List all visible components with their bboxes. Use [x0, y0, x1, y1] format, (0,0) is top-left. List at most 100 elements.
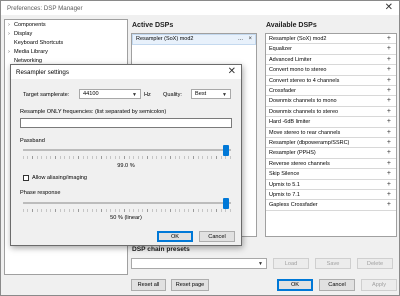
available-dsp-label: Equalizer	[269, 46, 292, 53]
available-dsp-item[interactable]: Downmix channels to stereo +	[266, 107, 396, 118]
available-dsp-item[interactable]: Equalizer +	[266, 44, 396, 55]
add-icon[interactable]: +	[387, 107, 391, 117]
reset-all-button[interactable]: Reset all	[131, 279, 166, 291]
add-icon[interactable]: +	[387, 96, 391, 106]
load-preset-button[interactable]: Load	[273, 258, 309, 269]
tree-item-keyboard-shortcuts[interactable]: Keyboard Shortcuts	[8, 40, 63, 46]
dialog-title-bar: Resampler settings ✕	[11, 65, 241, 79]
phase-response-label: Phase response	[20, 190, 61, 196]
add-icon[interactable]: +	[387, 44, 391, 54]
add-icon[interactable]: +	[387, 55, 391, 65]
aliasing-checkbox[interactable]	[23, 175, 29, 181]
available-dsp-item[interactable]: Reverse stereo channels +	[266, 159, 396, 170]
aliasing-label: Allow aliasing/imaging	[32, 175, 88, 181]
chevron-down-icon: ▼	[222, 92, 227, 98]
available-dsp-item[interactable]: Gapless Crossfader +	[266, 200, 396, 211]
tree-item-display[interactable]: › Display	[8, 31, 32, 37]
delete-preset-button[interactable]: Delete	[357, 258, 393, 269]
samplerate-combo[interactable]: 44100 ▼	[79, 89, 141, 99]
tree-item-media-library[interactable]: › Media Library	[8, 49, 48, 55]
samplerate-value: 44100	[83, 91, 99, 97]
add-icon[interactable]: +	[387, 190, 391, 200]
available-dsp-item[interactable]: Upmix to 5.1 +	[266, 180, 396, 190]
available-dsp-item[interactable]: Convert mono to stereo +	[266, 65, 396, 76]
available-dsp-label: Upmix to 5.1	[269, 181, 300, 188]
passband-slider-thumb[interactable]	[222, 145, 229, 156]
configure-button[interactable]: ...	[238, 35, 243, 44]
available-dsp-label: Resampler (dbpoweramp/SSRC)	[269, 140, 350, 146]
available-dsp-item[interactable]: Advanced Limiter +	[266, 55, 396, 66]
available-dsp-label: Reverse stereo channels	[269, 160, 330, 167]
available-dsp-label: Move stereo to rear channels	[269, 129, 341, 136]
add-icon[interactable]: +	[387, 76, 391, 86]
phase-ticks	[23, 209, 231, 212]
tree-item-components[interactable]: › Components	[8, 22, 46, 28]
add-icon[interactable]: +	[387, 86, 391, 96]
add-icon[interactable]: +	[387, 159, 391, 169]
dialog-close-icon[interactable]: ✕	[228, 65, 236, 78]
tree-item-label: Display	[14, 31, 33, 37]
save-preset-button[interactable]: Save	[315, 258, 351, 269]
add-icon[interactable]: +	[387, 65, 391, 75]
cancel-button[interactable]: Cancel	[319, 279, 355, 291]
add-icon[interactable]: +	[387, 169, 391, 179]
dialog-cancel-button[interactable]: Cancel	[199, 231, 235, 242]
available-dsp-label: Crossfader	[269, 88, 296, 94]
quality-label: Quality:	[163, 92, 182, 98]
active-dsp-item[interactable]: Resampler (SoX) mod2 ... ×	[132, 34, 256, 45]
add-icon[interactable]: +	[387, 148, 391, 158]
add-icon[interactable]: +	[387, 138, 391, 148]
available-dsp-item[interactable]: Resampler (SoX) mod2 +	[266, 34, 396, 45]
tree-item-label: Keyboard Shortcuts	[14, 40, 64, 46]
available-dsp-item[interactable]: Resampler (dbpoweramp/SSRC) +	[266, 138, 396, 149]
active-dsps-heading: Active DSPs	[132, 22, 174, 29]
available-dsp-label: Advanced Limiter	[269, 56, 312, 63]
phase-slider-thumb[interactable]	[222, 198, 229, 209]
add-icon[interactable]: +	[387, 34, 391, 44]
available-dsp-item[interactable]: Crossfader +	[266, 86, 396, 97]
available-dsp-label: Resampler (SoX) mod2	[269, 36, 327, 42]
add-icon[interactable]: +	[387, 128, 391, 138]
phase-slider-track[interactable]	[23, 202, 231, 204]
available-dsp-item[interactable]: Convert stereo to 4 channels +	[266, 76, 396, 86]
remove-icon[interactable]: ×	[248, 35, 252, 44]
available-dsps-list: Resampler (SoX) mod2 + Equalizer + Advanced …	[265, 33, 397, 237]
close-icon[interactable]: ✕	[385, 2, 393, 14]
available-dsp-label: Hard -6dB limiter	[269, 119, 311, 126]
apply-button[interactable]: Apply	[361, 279, 397, 291]
dsp-chain-presets-heading: DSP chain presets	[132, 246, 190, 253]
reset-page-button[interactable]: Reset page	[171, 279, 209, 291]
available-dsps-heading: Available DSPs	[266, 22, 317, 29]
available-dsp-label: Upmix to 7.1	[269, 192, 300, 198]
samplerate-label: Target samplerate:	[23, 92, 70, 98]
passband-label: Passband	[20, 138, 45, 144]
preset-select[interactable]: ▼	[131, 258, 267, 269]
passband-slider-track[interactable]	[23, 149, 231, 151]
tree-item-label: Components	[14, 22, 46, 28]
available-dsp-label: Downmix channels to stereo	[269, 108, 339, 115]
window-title: Preferences: DSP Manager	[7, 4, 83, 12]
add-icon[interactable]: +	[387, 180, 391, 190]
samplerate-unit: Hz	[144, 92, 151, 98]
ok-button[interactable]: OK	[277, 279, 313, 291]
dialog-title: Resampler settings	[16, 68, 69, 76]
add-icon[interactable]: +	[387, 117, 391, 127]
chevron-down-icon: ▼	[258, 261, 263, 267]
quality-value: Best	[195, 91, 207, 97]
available-dsp-item[interactable]: Skip Silence +	[266, 169, 396, 180]
available-dsp-item[interactable]: Upmix to 7.1 +	[266, 190, 396, 201]
tree-item-label: Media Library	[14, 49, 48, 55]
available-dsp-label: Gapless Crossfader	[269, 202, 318, 209]
dialog-ok-button[interactable]: OK	[157, 231, 193, 242]
passband-ticks	[23, 156, 231, 159]
frequencies-input[interactable]	[20, 118, 232, 128]
quality-select[interactable]: Best ▼	[191, 89, 231, 99]
available-dsp-item[interactable]: Move stereo to rear channels +	[266, 128, 396, 138]
available-dsp-item[interactable]: Downmix channels to mono +	[266, 96, 396, 107]
title-bar: Preferences: DSP Manager ✕	[1, 1, 399, 15]
add-icon[interactable]: +	[387, 200, 391, 210]
phase-response-value: 50 % (linear)	[110, 215, 142, 221]
active-dsp-label: Resampler (SoX) mod2	[136, 36, 194, 42]
available-dsp-item[interactable]: Resampler (PPHS) +	[266, 148, 396, 159]
available-dsp-item[interactable]: Hard -6dB limiter +	[266, 117, 396, 128]
